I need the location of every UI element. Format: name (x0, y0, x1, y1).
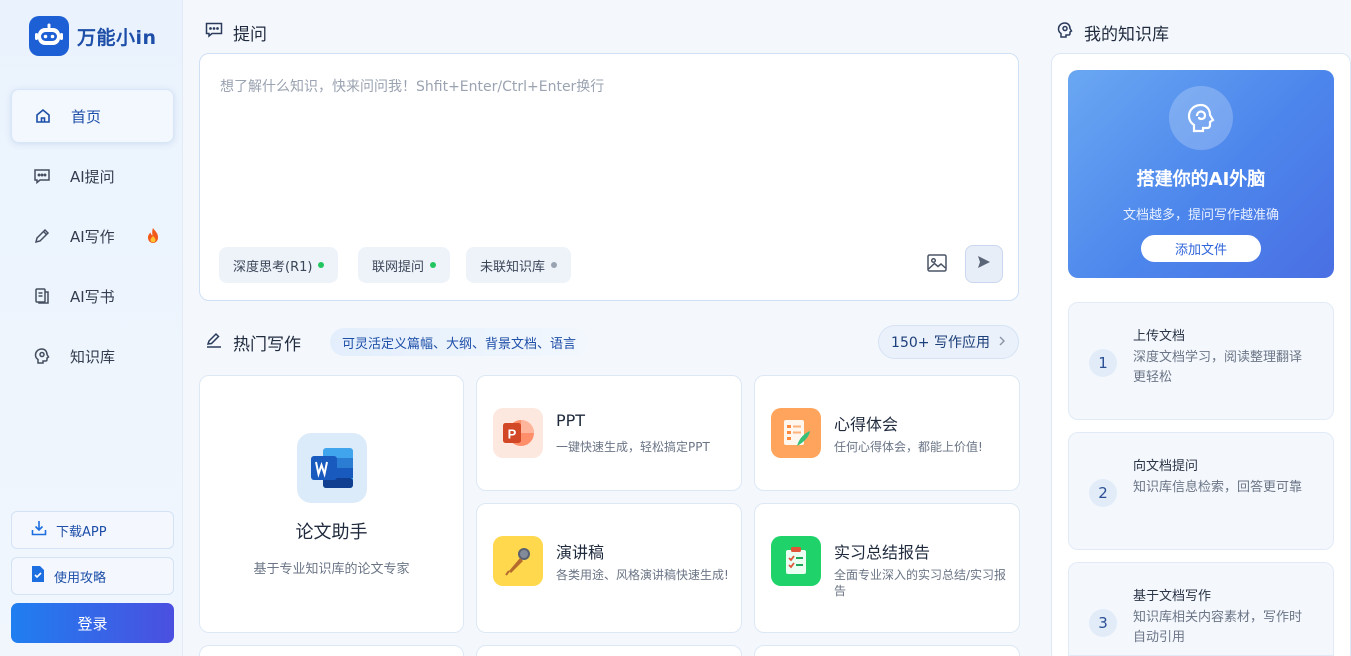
download-app-button[interactable]: 下载APP (11, 511, 174, 549)
send-icon (976, 254, 992, 274)
download-icon (30, 519, 48, 541)
guide-doc-icon (30, 565, 46, 587)
ask-box: 深度思考(R1) 联网提问 未联知识库 (199, 53, 1019, 301)
app-logo[interactable]: 万能小in (29, 16, 157, 56)
nav-ai-write-label: AI写作 (70, 227, 115, 246)
nav-ai-ask[interactable]: AI提问 (11, 149, 174, 203)
brain-icon (1056, 21, 1074, 44)
hero-desc: 文档越多，提问写作越准确 (1122, 208, 1279, 223)
chevron-right-icon (998, 334, 1006, 350)
step-number: 3 (1089, 609, 1117, 637)
nav-ai-write[interactable]: AI写作 (11, 209, 174, 263)
nav-ai-book[interactable]: AI写书 (11, 269, 174, 323)
nav-knowledge[interactable]: 知识库 (11, 329, 174, 383)
knowledge-hero: 搭建你的AI外脑 文档越多，提问写作越准确 添加文件 (1068, 70, 1334, 278)
paper-assistant-desc: 基于专业知识库的论文专家 (253, 562, 410, 577)
deep-think-toggle[interactable]: 深度思考(R1) (219, 247, 339, 283)
send-button[interactable] (965, 245, 1003, 283)
nav-ai-book-label: AI写书 (70, 287, 115, 306)
step-number: 2 (1089, 479, 1117, 507)
nav-home-label: 首页 (71, 107, 102, 126)
card-stub (199, 645, 464, 656)
more-apps-button[interactable]: 150+ 写作应用 (878, 325, 1019, 359)
knowledge-link-toggle[interactable]: 未联知识库 (466, 247, 572, 283)
question-input[interactable] (220, 76, 1000, 226)
web-search-label: 联网提问 (372, 259, 425, 275)
book-icon (32, 286, 52, 306)
image-upload-icon[interactable] (926, 252, 950, 276)
hot-writing-subtitle: 可灵活定义篇幅、大纲、背景文档、语言 (330, 328, 589, 356)
step-ask-document: 2 向文档提问 知识库信息检索，回答更可靠 (1068, 432, 1334, 550)
clipboard-icon (771, 536, 821, 586)
internship-report-desc: 全面专业深入的实习总结/实习报告 (834, 568, 1007, 598)
message-icon (205, 22, 223, 43)
notebook-icon (771, 408, 821, 458)
microphone-icon (493, 536, 543, 586)
ask-section-title: 提问 (205, 20, 267, 45)
svg-text:P: P (508, 427, 517, 442)
ppt-desc: 一键快速生成，轻松搞定PPT (556, 440, 710, 454)
step-title: 上传文档 (1133, 329, 1186, 344)
ppt-title: PPT (556, 411, 586, 430)
deep-think-label: 深度思考(R1) (233, 259, 313, 275)
step-title: 基于文档写作 (1133, 589, 1212, 604)
step-desc: 知识库相关内容素材，写作时自动引用 (1133, 610, 1303, 645)
ai-brain-icon (1169, 86, 1233, 150)
step-desc: 深度文档学习，阅读整理翻译更轻松 (1133, 350, 1303, 385)
reflection-title: 心得体会 (834, 415, 899, 434)
more-apps-label: 150+ 写作应用 (891, 335, 990, 351)
pencil-icon (32, 226, 52, 246)
login-button[interactable]: 登录 (11, 603, 174, 643)
knowledge-link-label: 未联知识库 (480, 259, 546, 275)
knowledge-section-title: 我的知识库 (1056, 20, 1169, 45)
reflection-card[interactable]: 心得体会 任何心得体会，都能上价值! (754, 375, 1020, 491)
add-file-button[interactable]: 添加文件 (1141, 235, 1261, 262)
speech-card[interactable]: 演讲稿 各类用途、风格演讲稿快速生成! (476, 503, 742, 633)
hot-writing-title: 热门写作 (205, 330, 301, 355)
edit-icon (205, 331, 223, 354)
download-app-label: 下载APP (56, 524, 107, 540)
step-write-from-document: 3 基于文档写作 知识库相关内容素材，写作时自动引用 (1068, 562, 1334, 656)
step-upload: 1 上传文档 深度文档学习，阅读整理翻译更轻松 (1068, 302, 1334, 420)
speech-title: 演讲稿 (556, 543, 605, 562)
card-stub (754, 645, 1020, 656)
internship-report-title: 实习总结报告 (834, 543, 931, 562)
card-stub (476, 645, 742, 656)
status-dot (430, 262, 437, 268)
status-dot (318, 262, 325, 268)
nav-knowledge-label: 知识库 (70, 347, 116, 366)
ask-title: 提问 (233, 25, 267, 45)
paper-assistant-title: 论文助手 (295, 522, 368, 543)
brain-icon (32, 346, 52, 366)
word-icon (297, 433, 367, 503)
home-icon (33, 106, 53, 126)
reflection-desc: 任何心得体会，都能上价值! (834, 440, 983, 454)
internship-report-card[interactable]: 实习总结报告 全面专业深入的实习总结/实习报告 (754, 503, 1020, 633)
web-search-toggle[interactable]: 联网提问 (358, 247, 451, 283)
speech-desc: 各类用途、风格演讲稿快速生成! (556, 568, 729, 582)
ppt-icon: P (493, 408, 543, 458)
step-desc: 知识库信息检索，回答更可靠 (1133, 480, 1303, 495)
step-title: 向文档提问 (1133, 459, 1199, 474)
app-name: 万能小in (77, 26, 157, 49)
ppt-card[interactable]: P PPT 一键快速生成，轻松搞定PPT (476, 375, 742, 491)
hero-title: 搭建你的AI外脑 (1136, 169, 1266, 190)
nav-ai-ask-label: AI提问 (70, 167, 115, 186)
sidebar: 万能小in 首页 AI提问 AI写作 AI写书 知识库 下载APP 使用攻略 登… (0, 0, 183, 656)
fire-icon (146, 227, 160, 248)
hot-writing-label: 热门写作 (233, 335, 301, 355)
nav-home[interactable]: 首页 (11, 89, 174, 143)
paper-assistant-card[interactable]: 论文助手 基于专业知识库的论文专家 (199, 375, 464, 633)
knowledge-title: 我的知识库 (1084, 25, 1169, 45)
guide-button[interactable]: 使用攻略 (11, 557, 174, 595)
guide-label: 使用攻略 (54, 570, 107, 586)
status-dot (551, 262, 558, 268)
robot-icon (29, 16, 69, 56)
step-number: 1 (1089, 349, 1117, 377)
chat-icon (32, 166, 52, 186)
